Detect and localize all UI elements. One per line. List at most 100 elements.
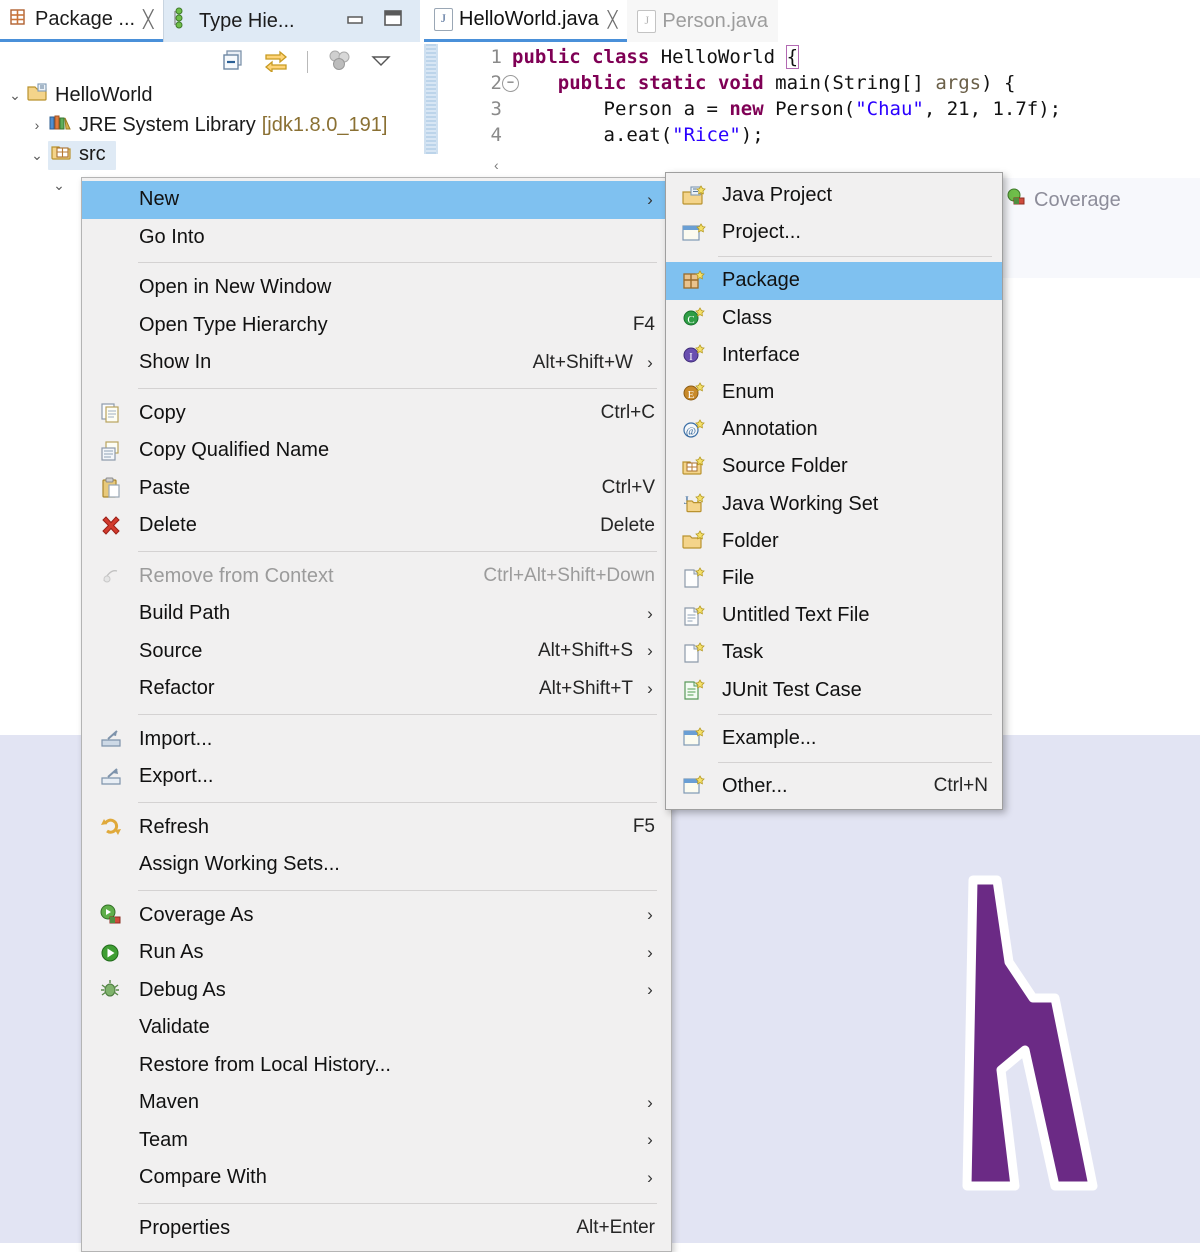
chevron-right-icon[interactable]: › bbox=[26, 117, 48, 133]
menu-item-assign-working-sets[interactable]: Assign Working Sets... bbox=[82, 846, 671, 884]
line-number: 3 bbox=[490, 98, 502, 120]
menu-item-shortcut: Alt+Shift+W bbox=[532, 351, 633, 373]
submenu-item-java-working-set[interactable]: J Java Working Set bbox=[666, 486, 1002, 523]
chevron-right-icon: › bbox=[647, 603, 653, 623]
debug-as-icon bbox=[98, 977, 124, 1003]
menu-item-import[interactable]: Import... bbox=[82, 721, 671, 759]
submenu-item-label: Java Working Set bbox=[722, 492, 879, 515]
copy-icon bbox=[98, 400, 124, 426]
submenu-item-file[interactable]: File bbox=[666, 560, 1002, 597]
source-code[interactable]: 1 2− 3 4 public class HelloWorld { publi… bbox=[424, 44, 1200, 154]
menu-item-export[interactable]: Export... bbox=[82, 758, 671, 796]
menu-item-run-as[interactable]: Run As › bbox=[82, 934, 671, 972]
submenu-item-label: Annotation bbox=[722, 418, 818, 441]
chevron-right-icon: › bbox=[647, 641, 653, 661]
menu-item-new[interactable]: New › bbox=[82, 181, 671, 219]
submenu-item-enum[interactable]: E Enum bbox=[666, 374, 1002, 411]
collapse-all-icon[interactable] bbox=[221, 48, 245, 77]
editor-tab-helloworld-java[interactable]: J HelloWorld.java ╳ bbox=[424, 0, 628, 42]
coverage-tab[interactable]: Coverage bbox=[1000, 178, 1200, 222]
submenu-item-task[interactable]: Task bbox=[666, 634, 1002, 671]
submenu-separator bbox=[718, 761, 992, 763]
submenu-item-folder[interactable]: Folder bbox=[666, 523, 1002, 560]
menu-item-debug-as[interactable]: Debug As › bbox=[82, 972, 671, 1010]
tree-item-src[interactable]: ⌄ src bbox=[0, 140, 420, 170]
menu-item-coverage-as[interactable]: Coverage As › bbox=[82, 897, 671, 935]
menu-item-properties[interactable]: Properties Alt+Enter bbox=[82, 1210, 671, 1248]
chevron-down-icon[interactable]: ⌄ bbox=[48, 177, 70, 194]
submenu-item-untitled-text-file[interactable]: Untitled Text File bbox=[666, 597, 1002, 634]
code-keyword: public bbox=[557, 72, 627, 94]
menu-item-open-type-hierarchy[interactable]: Open Type Hierarchy F4 bbox=[82, 307, 671, 345]
menu-item-copy-qualified-name[interactable]: Copy Qualified Name bbox=[82, 432, 671, 470]
submenu-item-class[interactable]: C Class bbox=[666, 300, 1002, 337]
menu-item-paste[interactable]: Paste Ctrl+V bbox=[82, 470, 671, 508]
tree-item-helloworld[interactable]: ⌄ HelloWorld bbox=[0, 80, 420, 110]
submenu-item-other[interactable]: Other... Ctrl+N bbox=[666, 768, 1002, 805]
code-keyword: class bbox=[592, 46, 650, 68]
source-folder-icon bbox=[50, 142, 72, 168]
library-icon bbox=[48, 112, 72, 138]
menu-item-delete[interactable]: Delete Delete bbox=[82, 507, 671, 545]
view-menu-icon[interactable] bbox=[370, 52, 392, 73]
menu-item-build-path[interactable]: Build Path › bbox=[82, 595, 671, 633]
menu-item-go-into[interactable]: Go Into bbox=[82, 219, 671, 257]
menu-item-refactor[interactable]: Refactor Alt+Shift+T › bbox=[82, 670, 671, 708]
horizontal-scroll-left-icon[interactable]: ‹ bbox=[494, 157, 1200, 173]
code-keyword: new bbox=[729, 98, 764, 120]
context-menu: New › Go Into Open in New Window Open Ty… bbox=[81, 177, 672, 1252]
close-icon[interactable]: ╳ bbox=[608, 10, 618, 30]
submenu-item-label: Folder bbox=[722, 529, 779, 552]
task-new-icon bbox=[680, 640, 708, 666]
menu-item-label: Copy bbox=[139, 401, 186, 424]
menu-item-restore-from-local-history[interactable]: Restore from Local History... bbox=[82, 1047, 671, 1085]
submenu-item-project[interactable]: Project... bbox=[666, 214, 1002, 251]
menu-item-label: Restore from Local History... bbox=[139, 1053, 391, 1076]
code-text-run: main(String[] bbox=[763, 72, 936, 94]
code-keyword: void bbox=[717, 72, 764, 94]
interface-new-icon: I bbox=[680, 342, 708, 368]
menu-item-label: Run As bbox=[139, 941, 204, 964]
submenu-item-interface[interactable]: I Interface bbox=[666, 337, 1002, 374]
menu-item-copy[interactable]: Copy Ctrl+C bbox=[82, 395, 671, 433]
menu-item-validate[interactable]: Validate bbox=[82, 1009, 671, 1047]
tree-item-jre-system-library[interactable]: › JRE System Library [jdk1.8.0_191] bbox=[0, 110, 420, 140]
menu-item-open-in-new-window[interactable]: Open in New Window bbox=[82, 269, 671, 307]
menu-item-shortcut: Alt+Enter bbox=[576, 1217, 655, 1239]
svg-text:I: I bbox=[689, 351, 693, 363]
submenu-item-java-project[interactable]: Java Project bbox=[666, 177, 1002, 214]
coverage-tab-label: Coverage bbox=[1034, 188, 1121, 211]
submenu-item-package[interactable]: Package bbox=[666, 262, 1002, 300]
submenu-item-source-folder[interactable]: Source Folder bbox=[666, 448, 1002, 485]
focus-on-active-task-icon[interactable] bbox=[326, 48, 352, 77]
tab-type-hierarchy[interactable]: Type Hie... bbox=[163, 0, 420, 42]
menu-item-shortcut: Ctrl+C bbox=[600, 402, 655, 424]
coverage-icon bbox=[1006, 187, 1026, 213]
editor-tab-person-java[interactable]: J Person.java bbox=[627, 0, 778, 42]
submenu-item-label: Project... bbox=[722, 221, 801, 244]
submenu-item-junit-test-case[interactable]: JUnit Test Case bbox=[666, 671, 1002, 708]
line-number-gutter: 1 2− 3 4 bbox=[442, 44, 519, 148]
submenu-item-example[interactable]: Example... bbox=[666, 720, 1002, 757]
menu-item-source[interactable]: Source Alt+Shift+S › bbox=[82, 633, 671, 671]
submenu-item-annotation[interactable]: @ Annotation bbox=[666, 411, 1002, 448]
menu-item-maven[interactable]: Maven › bbox=[82, 1084, 671, 1122]
submenu-item-label: File bbox=[722, 566, 755, 589]
close-icon[interactable]: ╳ bbox=[143, 10, 153, 30]
untitled-text-file-icon bbox=[680, 603, 708, 629]
menu-item-show-in[interactable]: Show In Alt+Shift+W › bbox=[82, 344, 671, 382]
tab-package-explorer[interactable]: Package ... ╳ bbox=[0, 0, 163, 42]
type-hierarchy-icon bbox=[172, 7, 192, 35]
link-with-editor-icon[interactable] bbox=[263, 48, 289, 77]
minimize-icon[interactable] bbox=[344, 10, 366, 33]
menu-item-label: Build Path bbox=[139, 602, 231, 625]
menu-item-refresh[interactable]: Refresh F5 bbox=[82, 809, 671, 847]
menu-item-label: Show In bbox=[139, 351, 212, 374]
junit-test-case-icon bbox=[680, 677, 708, 703]
chevron-down-icon[interactable]: ⌄ bbox=[4, 87, 26, 104]
chevron-down-icon[interactable]: ⌄ bbox=[26, 147, 48, 164]
menu-item-compare-with[interactable]: Compare With › bbox=[82, 1159, 671, 1197]
menu-item-team[interactable]: Team › bbox=[82, 1122, 671, 1160]
menu-item-label: Debug As bbox=[139, 978, 226, 1001]
maximize-icon[interactable] bbox=[382, 8, 404, 34]
